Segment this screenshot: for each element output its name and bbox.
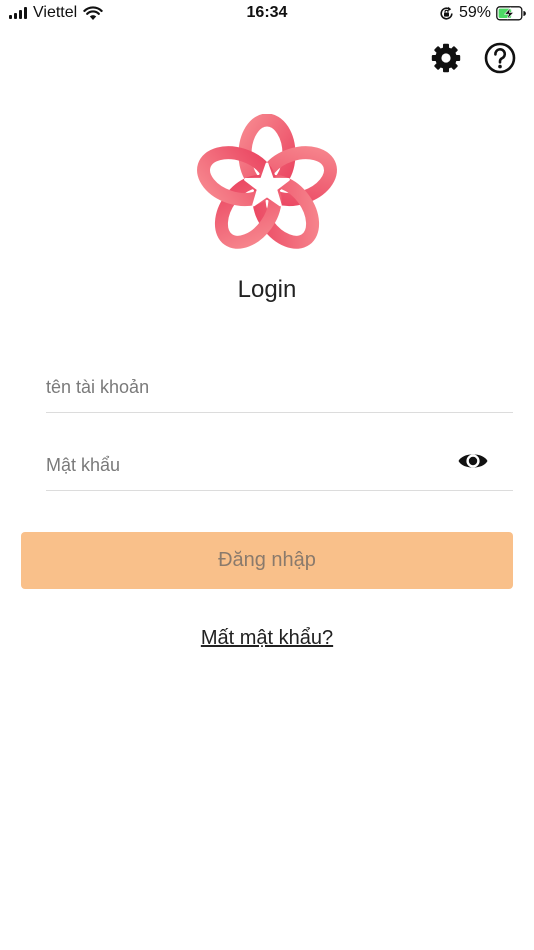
status-bar-right: 59%	[439, 4, 526, 22]
settings-gear-icon[interactable]	[430, 42, 462, 79]
help-icon[interactable]	[484, 42, 516, 79]
status-bar: Viettel 16:34 59%	[0, 0, 534, 28]
top-actions	[430, 42, 516, 79]
app-logo	[194, 113, 340, 254]
rotation-lock-icon	[439, 6, 454, 21]
login-button[interactable]: Đăng nhập	[21, 532, 513, 589]
forgot-password-link[interactable]: Mất mật khẩu?	[0, 627, 534, 650]
eye-icon[interactable]	[457, 449, 489, 473]
username-field	[46, 360, 513, 413]
page-title: Login	[237, 276, 297, 303]
password-input[interactable]	[46, 450, 446, 480]
battery-percent: 59%	[458, 4, 491, 21]
username-input[interactable]	[46, 372, 446, 402]
password-field	[46, 438, 513, 491]
battery-charging-icon	[496, 5, 526, 21]
